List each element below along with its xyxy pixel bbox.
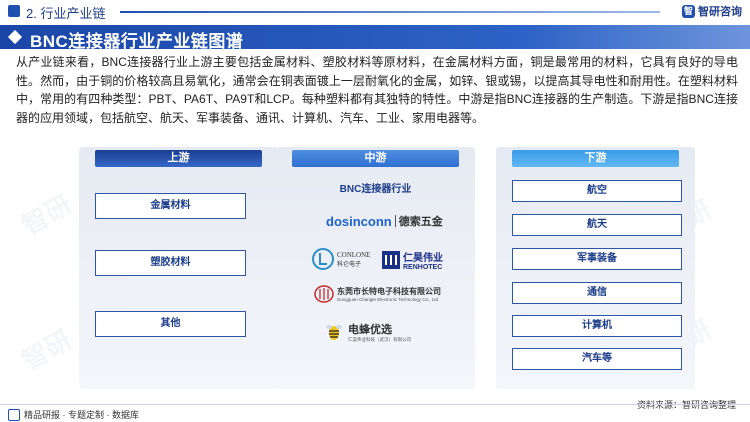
logo-dosinconn-cn: 德索五金 [398, 216, 443, 228]
logo-dosinconn-en: dosinconn [326, 213, 392, 229]
brand-name: 智研咨询 [698, 6, 742, 18]
upstream-column: 上游 金属材料 塑胶材料 其他 [79, 147, 278, 389]
document-icon [8, 408, 20, 421]
logo-dosinconn: dosinconn 德索五金 [326, 213, 443, 229]
header-divider [120, 11, 660, 13]
section-header: 2. 行业产业链 智 智研咨询 [0, 0, 750, 22]
brand-logo-icon: 智 [682, 4, 695, 18]
page-title: BNC连接器行业产业链图谱 [30, 32, 244, 51]
logo-conlone-cn: 科仑电子 [337, 261, 362, 268]
intro-paragraph: 从产业链来看，BNC连接器行业上游主要包括金属材料、塑胶材料等原材料，在金属材料… [16, 55, 738, 125]
downstream-column: 下游 航空 航天 军事装备 通信 计算机 汽车等 [496, 147, 695, 389]
logo-dianfeng-cn: 电蜂优选 [348, 324, 392, 336]
logo-renhotec-cn: 仁昊伟业 [403, 253, 443, 264]
downstream-header: 下游 [512, 150, 679, 167]
midstream-column: 中游 BNC连接器行业 dosinconn 德索五金 CONLONE 科仑电子 … [276, 147, 475, 389]
logo-changte: 东莞市长特电子科技有限公司 Dongguan Changte Electroni… [314, 285, 441, 303]
midstream-header: 中游 [292, 150, 459, 167]
downstream-item-aviation: 航空 [512, 180, 682, 202]
logo-conlone: CONLONE 科仑电子 [312, 248, 370, 270]
section-square-icon [8, 5, 20, 17]
section-title: 2. 行业产业链 [26, 6, 106, 21]
downstream-item-military: 军事装备 [512, 248, 682, 270]
footer-divider [0, 404, 750, 405]
logo-changte-en: Dongguan Changte Electronic Technology C… [337, 297, 438, 302]
title-bar: BNC连接器行业产业链图谱 [0, 25, 750, 51]
footer-text: 精品研报 · 专题定制 · 数据库 [24, 410, 139, 420]
upstream-header: 上游 [95, 150, 262, 167]
upstream-item-plastic: 塑胶材料 [95, 250, 246, 276]
renhotec-emblem-icon [382, 251, 400, 269]
midstream-label: BNC连接器行业 [339, 184, 412, 195]
watermark: 智研 [16, 188, 77, 241]
logo-changte-cn: 东莞市长特电子科技有限公司 [337, 287, 441, 296]
downstream-item-aerospace: 航天 [512, 214, 682, 236]
upstream-item-metal: 金属材料 [95, 193, 246, 219]
logo-renhotec: 仁昊伟业 RENHOTEC [382, 249, 443, 271]
watermark: 智研 [16, 323, 77, 376]
logo-dianfeng: 电蜂优选 仁昊伟业科技（武汉）有限公司 [324, 321, 411, 343]
footer-tagline: 精品研报 · 专题定制 · 数据库 [8, 408, 139, 421]
logo-renhotec-en: RENHOTEC [403, 264, 443, 271]
downstream-item-auto: 汽车等 [512, 348, 682, 370]
upstream-item-other: 其他 [95, 311, 246, 337]
changte-emblem-icon [314, 285, 334, 303]
logo-conlone-en: CONLONE [337, 250, 371, 259]
logo-dianfeng-sub: 仁昊伟业科技（武汉）有限公司 [348, 337, 411, 342]
diamond-icon [7, 29, 23, 45]
brand: 智 智研咨询 [682, 3, 742, 19]
downstream-item-computer: 计算机 [512, 315, 682, 337]
bee-icon [326, 325, 342, 340]
conlone-emblem-icon [312, 248, 334, 270]
downstream-item-communication: 通信 [512, 282, 682, 304]
